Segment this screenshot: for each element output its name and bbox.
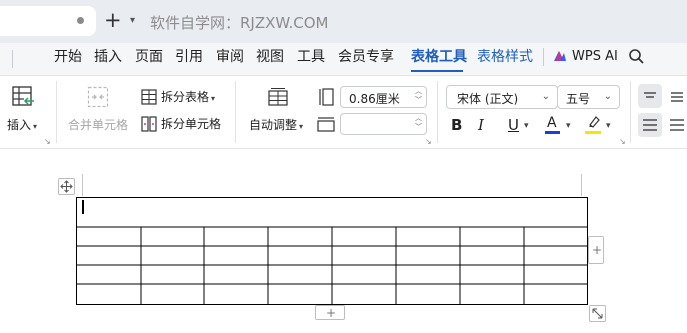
split-table-icon[interactable] bbox=[141, 89, 157, 105]
text-cursor bbox=[82, 200, 84, 214]
chevron-down-icon[interactable]: ▾ bbox=[524, 120, 529, 132]
column-width-icon bbox=[317, 117, 335, 132]
font-color-button[interactable]: A bbox=[547, 114, 557, 132]
align-left-button[interactable] bbox=[638, 113, 662, 137]
plus-icon: + bbox=[326, 306, 337, 320]
chevron-down-icon: ▾ bbox=[211, 94, 216, 103]
insert-button[interactable]: 插入 ▾ bbox=[7, 117, 37, 135]
chevron-down-icon: ▾ bbox=[33, 122, 38, 131]
row-height-icon bbox=[319, 88, 334, 106]
row-height-value: 0.86厘米 bbox=[349, 92, 400, 106]
autofit-button[interactable]: 自动调整 ▾ bbox=[249, 117, 303, 135]
table-resize-handle[interactable] bbox=[589, 305, 606, 322]
tab-member[interactable]: 会员专享 bbox=[338, 47, 394, 67]
autofit-icon[interactable] bbox=[267, 87, 289, 107]
plus-icon[interactable]: + bbox=[104, 9, 122, 31]
align-lines-icon bbox=[644, 92, 656, 98]
align-center-button[interactable] bbox=[665, 84, 687, 108]
tab-page[interactable]: 页面 bbox=[135, 47, 163, 67]
underline-button[interactable]: U bbox=[508, 116, 519, 134]
highlight-color-swatch bbox=[585, 131, 601, 134]
wps-ai-icon[interactable] bbox=[553, 49, 567, 63]
group-launcher-icon[interactable]: ↘ bbox=[44, 137, 51, 146]
tab-tools[interactable]: 工具 bbox=[297, 47, 325, 67]
watermark-text: 软件自学网：RJZXW.COM bbox=[150, 14, 329, 32]
align-lines-icon bbox=[670, 119, 684, 131]
menu-divider bbox=[543, 48, 544, 66]
table-grid bbox=[77, 226, 587, 304]
ribbon-divider bbox=[235, 81, 236, 143]
tab-table-style[interactable]: 表格样式 bbox=[477, 47, 533, 67]
tab-view[interactable]: 视图 bbox=[256, 47, 284, 67]
margin-guide bbox=[82, 174, 83, 196]
margin-guide bbox=[581, 174, 582, 196]
merge-cells-button[interactable]: 合并单元格 bbox=[68, 117, 128, 133]
chevron-down-icon: ▾ bbox=[299, 122, 304, 131]
tab-table-tools[interactable]: 表格工具 bbox=[411, 47, 467, 67]
split-cells-icon[interactable] bbox=[141, 116, 157, 132]
search-icon[interactable] bbox=[628, 48, 645, 65]
insert-table-icon[interactable] bbox=[12, 86, 36, 108]
highlight-icon[interactable] bbox=[586, 115, 602, 130]
italic-button[interactable]: I bbox=[478, 116, 484, 134]
chevron-down-icon[interactable]: ▾ bbox=[566, 120, 571, 132]
menu-divider bbox=[12, 50, 13, 68]
tab-insert[interactable]: 插入 bbox=[94, 47, 122, 67]
split-table-button[interactable]: 拆分表格 ▾ bbox=[161, 89, 215, 107]
move-arrows-icon bbox=[60, 180, 73, 193]
stepper-arrows-icon[interactable]: ︿ ﹀ bbox=[415, 87, 422, 105]
active-tab-indicator bbox=[411, 70, 463, 72]
font-color-swatch bbox=[545, 131, 560, 134]
resize-icon bbox=[592, 308, 603, 319]
split-cells-button[interactable]: 拆分单元格 bbox=[161, 116, 221, 132]
font-family-select[interactable]: 宋体 (正文) ⌄ bbox=[446, 85, 558, 109]
chevron-down-icon: ⌄ bbox=[603, 91, 612, 102]
align-lines-icon bbox=[643, 119, 657, 131]
stepper-arrows-icon[interactable]: ︿ ﹀ bbox=[415, 114, 422, 132]
tab-start[interactable]: 开始 bbox=[54, 47, 82, 67]
tab-reference[interactable]: 引用 bbox=[175, 47, 203, 67]
tab-review[interactable]: 审阅 bbox=[216, 47, 244, 67]
bold-button[interactable]: B bbox=[451, 116, 462, 134]
align-lines-icon bbox=[671, 92, 683, 102]
align-top-button[interactable] bbox=[638, 84, 662, 108]
row-height-stepper[interactable]: 0.86厘米 ︿ ﹀ bbox=[340, 86, 427, 108]
add-column-button[interactable]: + bbox=[588, 236, 604, 264]
wps-ai-button[interactable]: WPS AI bbox=[572, 47, 618, 67]
plus-icon: + bbox=[592, 243, 603, 257]
chevron-down-icon[interactable]: ▾ bbox=[606, 120, 611, 132]
group-launcher-icon[interactable]: ↘ bbox=[425, 137, 432, 146]
column-width-stepper[interactable]: ︿ ﹀ bbox=[340, 113, 427, 135]
group-launcher-icon[interactable]: ↘ bbox=[619, 137, 626, 146]
ribbon-divider bbox=[437, 81, 438, 143]
align-justify-button[interactable] bbox=[665, 113, 687, 137]
table[interactable] bbox=[76, 197, 588, 305]
merge-cells-icon bbox=[87, 86, 109, 108]
unsaved-dot-icon bbox=[77, 17, 84, 24]
chevron-down-icon[interactable]: ▾ bbox=[130, 15, 135, 26]
chevron-down-icon: ⌄ bbox=[541, 91, 550, 102]
font-size-select[interactable]: 五号 ⌄ bbox=[557, 85, 620, 109]
ribbon-divider bbox=[56, 81, 57, 143]
table-move-handle[interactable] bbox=[58, 178, 75, 195]
add-row-button[interactable]: + bbox=[315, 305, 345, 320]
ribbon-divider bbox=[630, 81, 631, 143]
